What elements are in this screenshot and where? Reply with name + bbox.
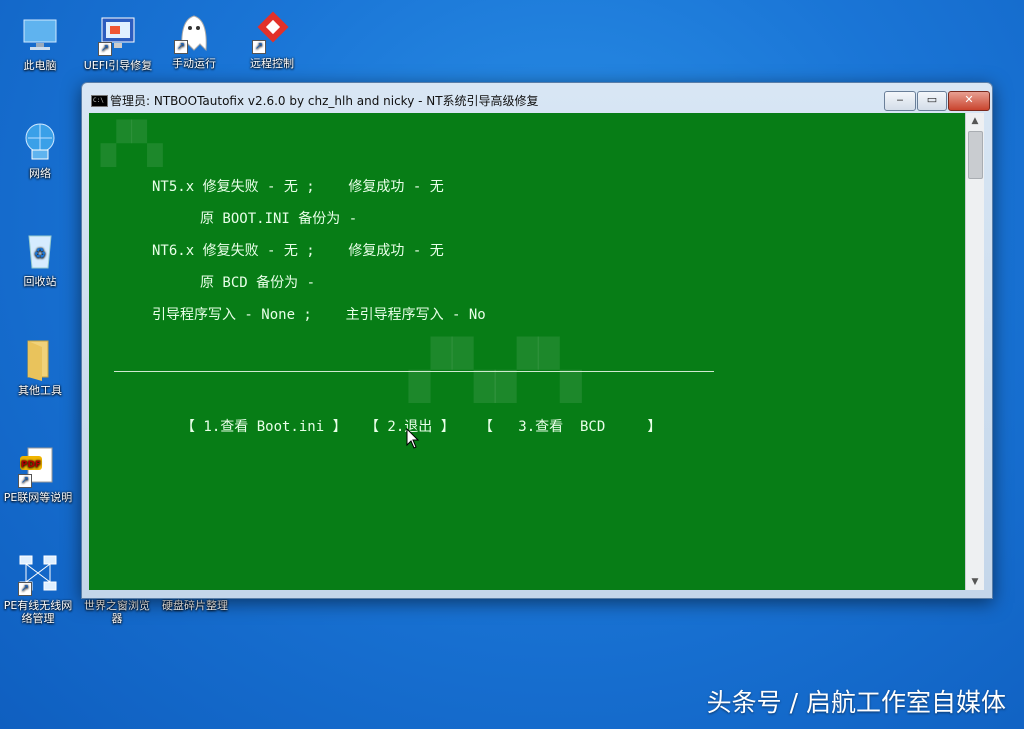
desktop-icon-label: PE有线无线网络管理	[3, 599, 73, 625]
close-button[interactable]: ✕	[948, 91, 990, 111]
desktop-icon-label: 世界之窗浏览器	[84, 599, 150, 625]
ghost-icon: ↗	[172, 10, 216, 54]
minimize-button[interactable]: ‒	[884, 91, 916, 111]
nt5-status-line: NT5.x 修复失败 - 无 ; 修复成功 - 无	[152, 179, 444, 195]
desktop-icon-label: 硬盘碎片整理	[162, 599, 228, 612]
scroll-down-arrow-icon[interactable]: ▼	[966, 574, 984, 590]
desktop-icon-label: 回收站	[23, 275, 57, 288]
scroll-up-arrow-icon[interactable]: ▲	[966, 113, 984, 129]
desktop-icon-label: PE联网等说明	[3, 491, 73, 504]
svg-text:♻: ♻	[34, 246, 47, 262]
console-output: ▞▚▞▚ ▞▚ NT5.x 修复失败 - 无 ; 修复成功 - 无 原 BOOT…	[89, 113, 965, 590]
desktop-icon-label: UEFI引导修复	[83, 59, 153, 72]
uefi-monitor-icon: ↗	[96, 12, 140, 56]
window-title: 管理员: NTBOOTautofix v2.6.0 by chz_hlh and…	[110, 94, 539, 108]
bcd-backup-line: 原 BCD 备份为 -	[200, 275, 316, 291]
pdf-document-icon: PDF ↗	[16, 444, 60, 488]
desktop-icon-remote-control[interactable]: ↗ 远程控制	[234, 10, 310, 82]
network-topology-icon: ↗	[16, 552, 60, 596]
scrollbar-thumb[interactable]	[968, 131, 983, 179]
mouse-pointer-icon	[406, 428, 420, 449]
window-titlebar[interactable]: C:\ 管理员: NTBOOTautofix v2.6.0 by chz_hlh…	[82, 83, 992, 113]
computer-icon	[18, 12, 62, 56]
shortcut-arrow-icon: ↗	[18, 582, 32, 596]
desktop-icon-ghost[interactable]: ↗ 手动运行	[156, 10, 232, 82]
remote-control-icon: ↗	[250, 10, 294, 54]
desktop-icon-label: 手动运行	[172, 57, 216, 70]
svg-text:PDF: PDF	[21, 460, 41, 470]
ntbootautofix-window[interactable]: C:\ 管理员: NTBOOTautofix v2.6.0 by chz_hlh…	[81, 82, 993, 599]
footer-watermark: 头条号 / 启航工作室自媒体	[706, 688, 1006, 717]
maximize-button[interactable]: ▭	[917, 91, 947, 111]
desktop-icon-network[interactable]: 网络	[2, 120, 78, 180]
desktop-icon-pe-network-notes[interactable]: PDF ↗ PE联网等说明	[0, 444, 76, 504]
recycle-bin-icon: ♻	[18, 228, 62, 272]
console-app-icon: C:\	[91, 95, 108, 107]
desktop-icon-recycle-bin[interactable]: ♻ 回收站	[2, 228, 78, 288]
desktop-icon-label: 远程控制	[250, 57, 294, 70]
shortcut-arrow-icon: ↗	[18, 474, 32, 488]
desktop-icon-pe-network-manager[interactable]: ↗ PE有线无线网络管理	[0, 552, 76, 625]
desktop-icon-this-pc[interactable]: 此电脑	[2, 12, 78, 72]
shortcut-arrow-icon: ↗	[98, 42, 112, 56]
desktop-icon-other-tools[interactable]: 其他工具	[2, 337, 78, 397]
desktop-icon-uefi-repair[interactable]: ↗ UEFI引导修复	[80, 12, 156, 72]
menu-view-bcd[interactable]: 【 3.查看 BCD 】	[479, 416, 661, 436]
menu-view-boot-ini[interactable]: 【 1.查看 Boot.ini 】	[181, 416, 347, 436]
network-globe-icon	[18, 120, 62, 164]
vertical-scrollbar[interactable]: ▲ ▼	[965, 113, 984, 590]
boot-ini-backup-line: 原 BOOT.INI 备份为 -	[200, 211, 358, 227]
desktop-icon-label: 其他工具	[18, 384, 62, 397]
background-watermark: ▞▚	[101, 121, 163, 167]
desktop-icon-label: 网络	[29, 167, 51, 180]
folder-icon	[18, 337, 62, 381]
bootloader-write-line: 引导程序写入 - None ; 主引导程序写入 - No	[152, 307, 486, 323]
separator-line	[114, 371, 714, 372]
desktop-icon-label: 此电脑	[23, 59, 57, 72]
shortcut-arrow-icon: ↗	[252, 40, 266, 54]
nt6-status-line: NT6.x 修复失败 - 无 ; 修复成功 - 无	[152, 243, 444, 259]
shortcut-arrow-icon: ↗	[174, 40, 188, 54]
